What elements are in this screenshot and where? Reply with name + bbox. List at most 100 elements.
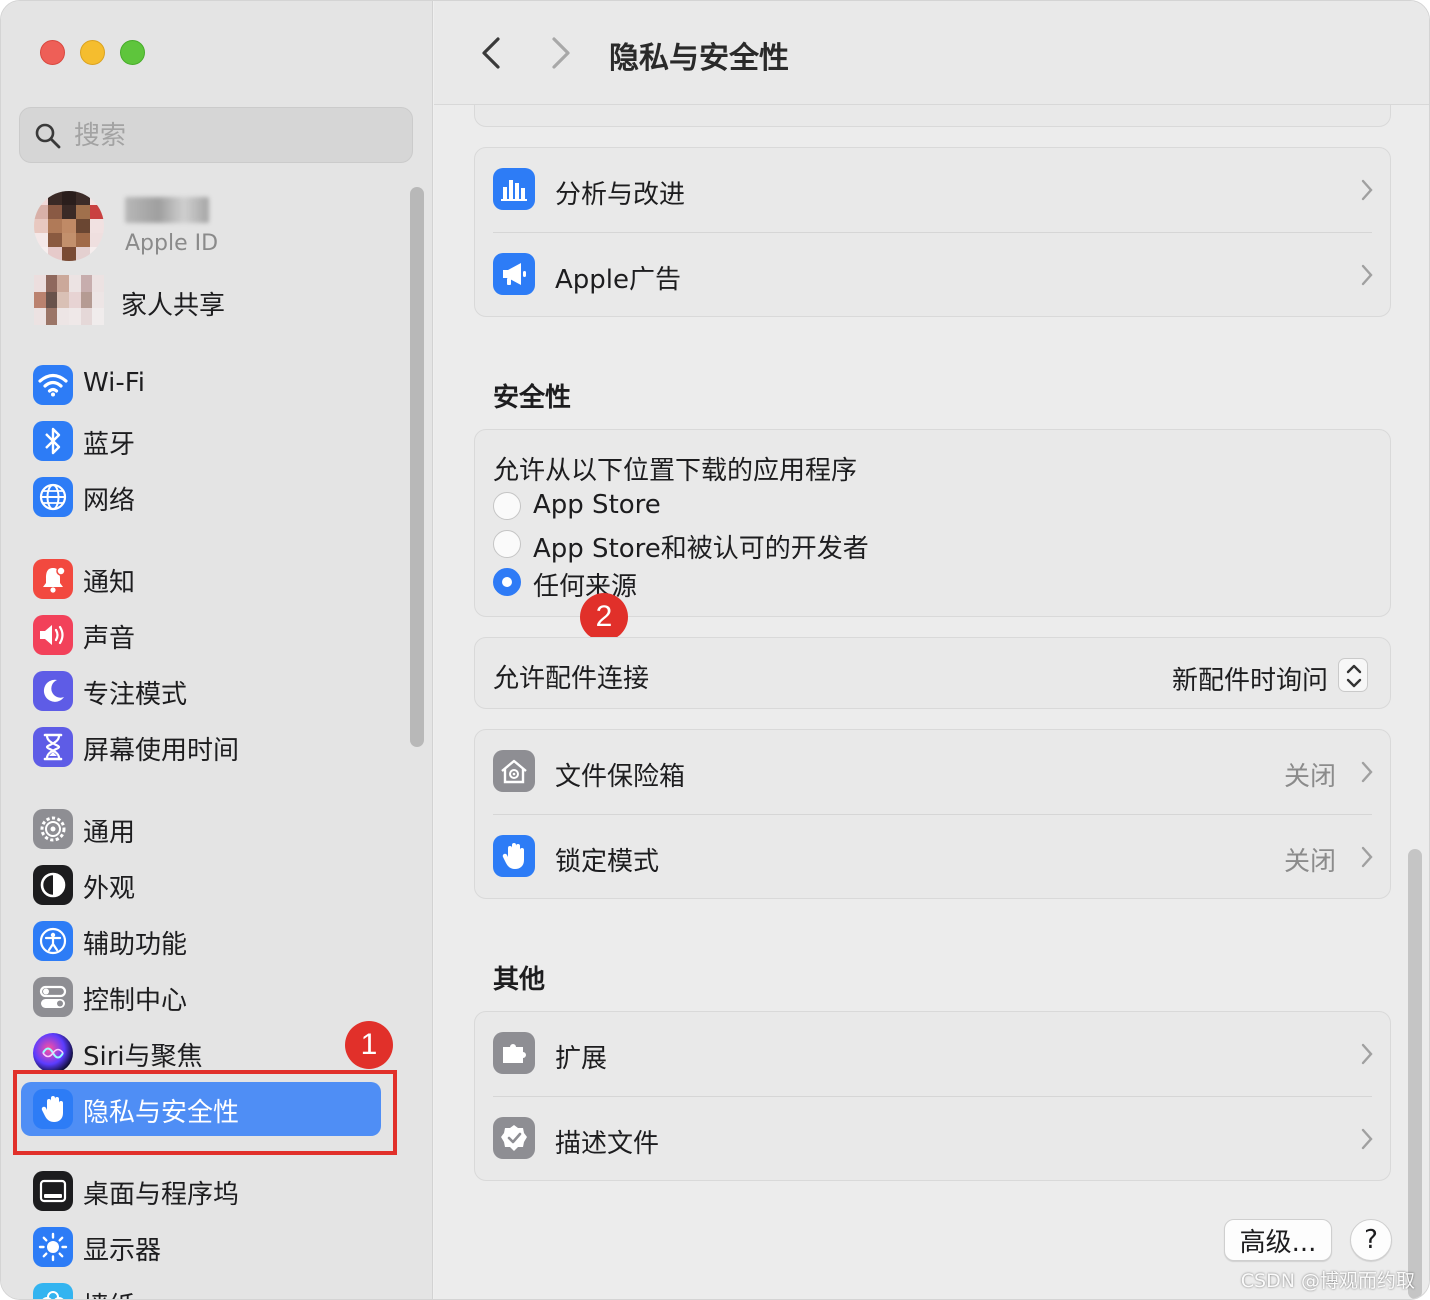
sidebar-item-privacy-security[interactable]: 隐私与安全性	[21, 1082, 381, 1136]
advanced-button[interactable]: 高级...	[1224, 1219, 1332, 1261]
row-label: 描述文件	[555, 1129, 660, 1159]
sidebar-item-focus[interactable]: 专注模式	[21, 664, 381, 718]
radio-button-selected[interactable]	[493, 568, 521, 596]
chevron-right-icon	[1361, 1128, 1373, 1150]
sidebar-item-screen-time[interactable]: 屏幕使用时间	[21, 720, 381, 774]
flower-icon	[33, 1283, 73, 1299]
siri-icon	[33, 1033, 73, 1073]
dock-icon	[33, 1171, 73, 1211]
radio-button[interactable]	[493, 530, 521, 558]
main-scrollbar[interactable]	[1408, 849, 1422, 1299]
sidebar-item-label: 通知	[83, 568, 136, 598]
close-window-button[interactable]	[40, 40, 65, 65]
moon-icon	[33, 671, 73, 711]
accessory-label: 允许配件连接	[493, 664, 650, 694]
row-filevault[interactable]: 文件保险箱 关闭	[475, 730, 1392, 814]
sidebar-item-siri[interactable]: Siri与聚焦	[21, 1026, 381, 1080]
allow-apps-title: 允许从以下位置下载的应用程序	[493, 456, 858, 486]
apple-id-label[interactable]: Apple ID	[125, 231, 218, 256]
wifi-icon	[33, 365, 73, 405]
main-pane: 隐私与安全性 分析与改进 Apple广告 安全性 允许从以下位置下载的应用程序 …	[434, 1, 1429, 1299]
radio-button[interactable]	[493, 492, 521, 520]
account-avatar[interactable]	[34, 191, 104, 261]
section-title-security: 安全性	[493, 383, 572, 413]
privacy-card: 分析与改进 Apple广告	[474, 147, 1391, 317]
sidebar-item-label: 蓝牙	[83, 430, 136, 460]
other-card: 扩展 描述文件	[474, 1011, 1391, 1181]
minimize-window-button[interactable]	[80, 40, 105, 65]
megaphone-icon	[493, 253, 535, 295]
gear-icon	[33, 809, 73, 849]
toggles-icon	[33, 977, 73, 1017]
sidebar-item-control-center[interactable]: 控制中心	[21, 970, 381, 1024]
search-input[interactable]	[74, 116, 394, 156]
sidebar-item-general[interactable]: 通用	[21, 802, 381, 856]
section-title-other: 其他	[493, 965, 546, 995]
bell-icon	[33, 559, 73, 599]
radio-label: 任何来源	[533, 572, 638, 602]
sidebar-item-bluetooth[interactable]: 蓝牙	[21, 414, 381, 468]
sidebar-item-label: 墙纸	[83, 1286, 135, 1299]
row-label: 扩展	[555, 1044, 608, 1074]
house-lock-icon	[493, 750, 535, 792]
bluetooth-icon	[33, 421, 73, 461]
chevron-right-icon	[1361, 846, 1373, 868]
help-button[interactable]: ?	[1350, 1219, 1392, 1261]
radio-label: App Store和被认可的开发者	[533, 534, 869, 564]
sidebar-item-wallpaper[interactable]: 墙纸	[21, 1276, 381, 1299]
popup-stepper[interactable]	[1338, 658, 1368, 692]
row-profiles[interactable]: 描述文件	[475, 1097, 1392, 1181]
sidebar-item-label: 外观	[83, 874, 136, 904]
back-button[interactable]	[474, 33, 510, 73]
row-extensions[interactable]: 扩展	[475, 1012, 1392, 1096]
sidebar-item-appearance[interactable]: 外观	[21, 858, 381, 912]
sidebar-item-sound[interactable]: 声音	[21, 608, 381, 662]
chevron-right-icon	[1361, 1043, 1373, 1065]
radio-label: App Store	[533, 490, 661, 520]
search-field[interactable]	[19, 107, 413, 163]
row-lockdown[interactable]: 锁定模式 关闭	[475, 815, 1392, 899]
hand-icon	[493, 835, 535, 877]
row-apple-ads[interactable]: Apple广告	[475, 233, 1392, 317]
sidebar-item-displays[interactable]: 显示器	[21, 1220, 381, 1274]
hourglass-icon	[33, 727, 73, 767]
sidebar: Apple ID 家人共享 Wi-Fi 蓝牙 网络	[1, 1, 433, 1299]
row-label: Apple广告	[555, 265, 682, 295]
hand-icon	[33, 1089, 73, 1129]
sidebar-item-label: Siri与聚焦	[83, 1042, 203, 1072]
sidebar-item-label: 声音	[83, 624, 136, 654]
speaker-icon	[33, 615, 73, 655]
family-sharing-label[interactable]: 家人共享	[121, 285, 225, 322]
sidebar-item-label: 专注模式	[83, 680, 188, 710]
checkmark-badge-icon	[493, 1117, 535, 1159]
globe-icon	[33, 477, 73, 517]
sidebar-item-label: Wi-Fi	[83, 368, 146, 398]
sun-icon	[33, 1227, 73, 1267]
row-analytics[interactable]: 分析与改进	[475, 148, 1392, 232]
sidebar-scrollbar[interactable]	[410, 187, 424, 747]
sidebar-item-accessibility[interactable]: 辅助功能	[21, 914, 381, 968]
sidebar-item-network[interactable]: 网络	[21, 470, 381, 524]
search-icon	[35, 123, 61, 149]
sidebar-item-label: 屏幕使用时间	[83, 736, 240, 766]
annotation-badge-1: 1	[345, 1021, 393, 1069]
accessibility-icon	[33, 921, 73, 961]
sidebar-item-wifi[interactable]: Wi-Fi	[21, 358, 381, 412]
forward-button[interactable]	[542, 33, 578, 73]
sidebar-item-desktop-dock[interactable]: 桌面与程序坞	[21, 1164, 381, 1218]
row-value: 关闭	[1283, 762, 1336, 792]
family-avatars	[34, 275, 104, 325]
page-title: 隐私与安全性	[609, 41, 789, 76]
settings-window: Apple ID 家人共享 Wi-Fi 蓝牙 网络	[0, 0, 1430, 1300]
accessory-card: 允许配件连接 新配件时询问	[474, 637, 1391, 709]
zoom-window-button[interactable]	[120, 40, 145, 65]
chevron-right-icon	[1361, 264, 1373, 286]
toolbar: 隐私与安全性	[434, 1, 1429, 105]
watermark-text: CSDN @博观而约取	[1240, 1270, 1415, 1292]
sidebar-item-label: 桌面与程序坞	[83, 1180, 240, 1210]
security-options-card: 文件保险箱 关闭 锁定模式 关闭	[474, 729, 1391, 899]
sidebar-item-notifications[interactable]: 通知	[21, 552, 381, 606]
popup-value: 新配件时询问	[1171, 666, 1328, 696]
chart-icon	[493, 168, 535, 210]
sidebar-item-label: 通用	[83, 818, 136, 848]
